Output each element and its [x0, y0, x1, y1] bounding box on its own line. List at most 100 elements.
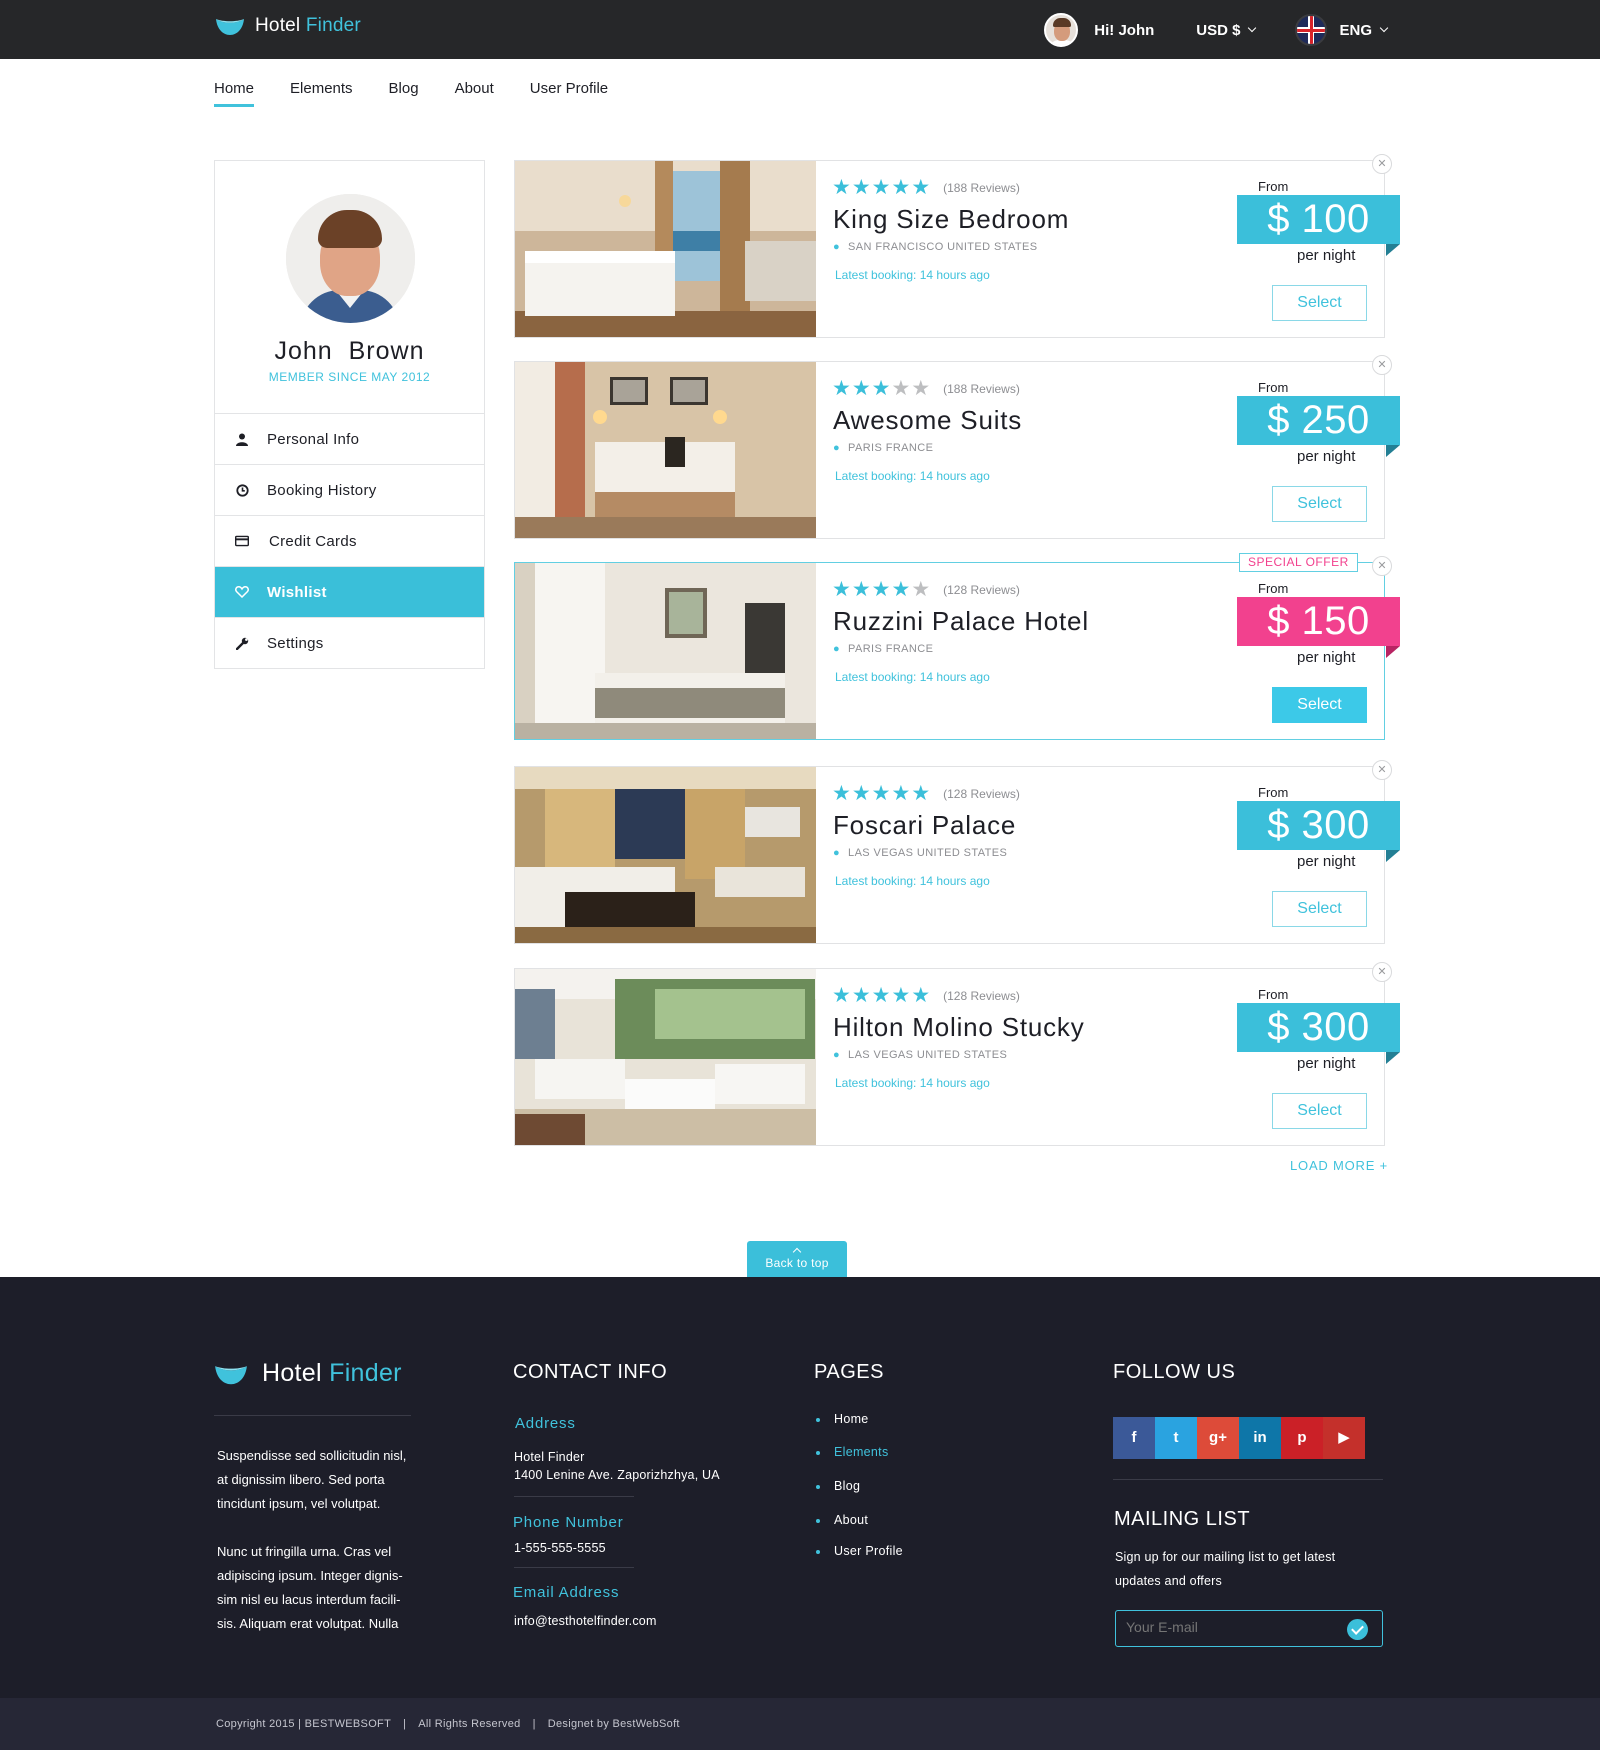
profile-name: John Brown	[215, 337, 484, 366]
facebook-icon[interactable]: f	[1113, 1417, 1155, 1459]
hotel-name[interactable]: Ruzzini Palace Hotel	[833, 606, 1089, 637]
mailing-heading: MAILING LIST	[1114, 1508, 1251, 1530]
check-icon[interactable]	[1347, 1619, 1368, 1640]
logo-word-2: Finder	[305, 15, 361, 36]
pinterest-icon[interactable]: p	[1281, 1417, 1323, 1459]
map-pin-icon: ●	[833, 847, 841, 859]
phone-number[interactable]: 1-555-555-5555	[514, 1539, 606, 1557]
youtube-icon[interactable]: ▶	[1323, 1417, 1365, 1459]
follow-heading: FOLLOW US	[1113, 1361, 1236, 1383]
review-count[interactable]: (188 Reviews)	[943, 382, 1020, 396]
latest-booking: Latest booking: 14 hours ago	[835, 1076, 990, 1090]
remove-icon[interactable]: ✕	[1372, 154, 1392, 174]
remove-icon[interactable]: ✕	[1372, 355, 1392, 375]
twitter-icon[interactable]: t	[1155, 1417, 1197, 1459]
select-button[interactable]: Select	[1272, 687, 1367, 723]
remove-icon[interactable]: ✕	[1372, 760, 1392, 780]
email-address[interactable]: info@testhotelfinder.com	[514, 1612, 657, 1630]
hotel-name[interactable]: Hilton Molino Stucky	[833, 1012, 1085, 1043]
profile-menu: Personal Info Booking History Credit Car…	[215, 413, 484, 668]
hotel-photo[interactable]	[515, 563, 816, 739]
credit-card-icon	[235, 534, 249, 548]
designer-credit[interactable]: Designet by BestWebSoft	[548, 1718, 680, 1730]
select-button[interactable]: Select	[1272, 1093, 1367, 1129]
currency-selector[interactable]: USD $	[1196, 21, 1257, 39]
nav-item-blog[interactable]: Blog	[389, 80, 419, 107]
select-button[interactable]: Select	[1272, 486, 1367, 522]
star-rating: ★ ★ ★ ★ ★ (128 Reviews)	[832, 985, 1020, 1006]
review-count[interactable]: (188 Reviews)	[943, 181, 1020, 195]
address-label: Address	[515, 1415, 576, 1432]
review-count[interactable]: (128 Reviews)	[943, 583, 1020, 597]
hotel-photo[interactable]	[515, 362, 816, 538]
footer-link-user-profile[interactable]: User Profile	[816, 1544, 903, 1574]
footer-link-about[interactable]: About	[816, 1513, 903, 1544]
review-count[interactable]: (128 Reviews)	[943, 989, 1020, 1003]
logo-icon	[215, 1365, 247, 1384]
star-icon: ★	[911, 578, 931, 601]
star-icon: ★	[891, 782, 911, 805]
logo-word-1: Hotel	[262, 1359, 322, 1387]
menu-item-booking-history[interactable]: Booking History	[215, 464, 484, 515]
menu-item-wishlist[interactable]: Wishlist	[215, 566, 484, 617]
star-icon: ★	[871, 578, 891, 601]
footer-logo[interactable]: Hotel Finder	[214, 1359, 402, 1388]
copyright-text: Copyright 2015 | BESTWEBSOFT | All Rights …	[216, 1718, 680, 1730]
user-greeting[interactable]: Hi! John	[1094, 22, 1154, 39]
hotel-photo[interactable]	[515, 969, 816, 1145]
user-avatar[interactable]	[1044, 13, 1079, 47]
back-to-top-button[interactable]: Back to top	[747, 1241, 847, 1277]
address-line-2: 1400 Lenine Ave. Zaporizhzhya, UA	[514, 1468, 720, 1482]
star-icon: ★	[871, 377, 891, 400]
currency-label: USD $	[1196, 21, 1241, 39]
nav-item-home[interactable]: Home	[214, 80, 255, 107]
star-icon: ★	[911, 984, 931, 1007]
footer-link-home[interactable]: Home	[816, 1412, 903, 1445]
menu-label: Wishlist	[267, 583, 327, 601]
select-button[interactable]: Select	[1272, 891, 1367, 927]
hotel-card-featured: ★ ★ ★ ★ ★ (128 Reviews) Ruzzini Palace Hotel…	[514, 553, 1400, 740]
email-input[interactable]	[1126, 1619, 1326, 1635]
per-night-label: per night	[1297, 247, 1356, 264]
logo[interactable]: Hotel Finder	[215, 15, 361, 37]
star-icon: ★	[871, 176, 891, 199]
star-icon: ★	[891, 377, 911, 400]
nav-item-about[interactable]: About	[455, 80, 494, 107]
remove-icon[interactable]: ✕	[1372, 962, 1392, 982]
price-ribbon-fold	[1386, 850, 1400, 862]
logo-text: Hotel Finder	[255, 15, 361, 37]
from-label: From	[1258, 380, 1289, 395]
star-icon: ★	[851, 984, 871, 1007]
hotel-photo[interactable]	[515, 161, 816, 337]
language-selector[interactable]: ENG	[1339, 22, 1389, 39]
hotel-name[interactable]: Foscari Palace	[833, 810, 1016, 841]
linkedin-icon[interactable]: in	[1239, 1417, 1281, 1459]
map-pin-icon: ●	[833, 241, 841, 253]
select-button[interactable]: Select	[1272, 285, 1367, 321]
remove-icon[interactable]: ✕	[1372, 556, 1392, 576]
menu-item-credit-cards[interactable]: Credit Cards	[215, 515, 484, 566]
nav-item-elements[interactable]: Elements	[290, 80, 353, 107]
user-controls: Hi! John USD $ ENG	[1044, 12, 1389, 48]
footer-link-blog[interactable]: Blog	[816, 1479, 903, 1513]
hotel-photo[interactable]	[515, 767, 816, 943]
review-count[interactable]: (128 Reviews)	[943, 787, 1020, 801]
star-icon: ★	[832, 782, 851, 805]
nav-item-user-profile[interactable]: User Profile	[530, 80, 608, 107]
price-ribbon-fold	[1386, 244, 1400, 256]
uk-flag-icon[interactable]	[1295, 14, 1328, 46]
star-icon: ★	[871, 782, 891, 805]
menu-item-personal-info[interactable]: Personal Info	[215, 413, 484, 464]
hotel-name[interactable]: King Size Bedroom	[833, 204, 1069, 235]
star-icon: ★	[832, 176, 851, 199]
chevron-up-icon	[792, 1247, 802, 1257]
from-label: From	[1258, 987, 1289, 1002]
social-links: f t g+ in p ▶	[1113, 1417, 1365, 1459]
footer-link-elements[interactable]: Elements	[816, 1445, 903, 1479]
hotel-name[interactable]: Awesome Suits	[833, 405, 1022, 436]
google-plus-icon[interactable]: g+	[1197, 1417, 1239, 1459]
star-rating: ★ ★ ★ ★ ★ (128 Reviews)	[832, 783, 1020, 804]
load-more-link[interactable]: LOAD MORE +	[1290, 1158, 1388, 1173]
member-since: MEMBER SINCE MAY 2012	[268, 370, 431, 384]
menu-item-settings[interactable]: Settings	[215, 617, 484, 668]
